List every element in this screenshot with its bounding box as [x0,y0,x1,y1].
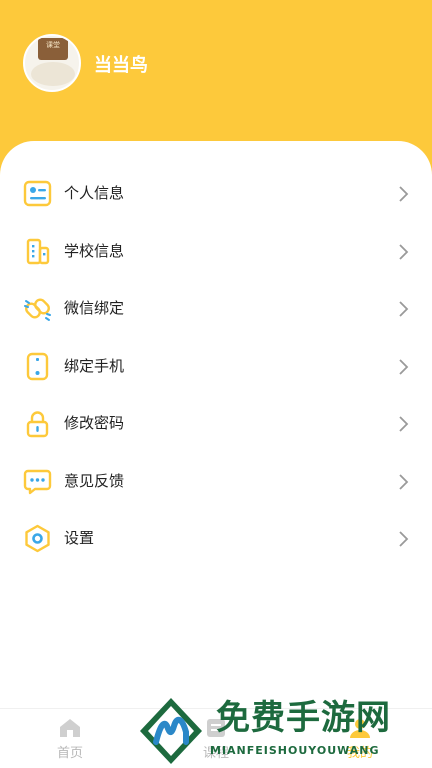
chevron-right-icon [399,243,409,260]
watermark: 免费手游网 MIANFEISHOUYOUWANG [136,694,432,768]
menu-item-change-password[interactable]: 修改密码 [0,395,432,453]
tab-label: 首页 [56,746,83,761]
menu-item-feedback[interactable]: 意见反馈 [0,453,432,511]
chat-bubble-icon [23,469,52,494]
settings-hexagon-icon [25,524,50,553]
chevron-right-icon [399,416,409,432]
avatar[interactable]: 课堂 [23,34,81,92]
avatar-box-text: 课堂 [46,41,60,49]
menu-item-school-info[interactable]: 学校信息 [0,223,432,281]
username[interactable]: 当当鸟 [94,54,148,78]
chevron-right-icon [399,186,409,202]
menu-item-label: 设置 [64,529,95,547]
menu-item-label: 修改密码 [64,414,125,432]
chevron-right-icon [399,531,409,547]
menu-item-label: 微信绑定 [64,299,125,317]
watermark-logo-icon [140,698,202,764]
menu-item-label: 学校信息 [64,241,125,260]
chevron-right-icon [399,473,409,490]
menu-item-bind-phone[interactable]: 绑定手机 [0,338,432,396]
menu-item-settings[interactable]: 设置 [0,510,432,568]
menu-item-label: 绑定手机 [64,356,125,375]
avatar-box-icon: 课堂 [38,38,68,60]
watermark-title: 免费手游网 [216,698,391,738]
home-icon [60,719,80,737]
watermark-subtitle: MIANFEISHOUYOUWANG [210,744,380,757]
chevron-right-icon [399,301,409,317]
id-card-icon [23,180,52,207]
tab-home[interactable]: 首页 [16,709,124,768]
link-icon [24,298,51,321]
lock-icon [26,411,49,438]
menu-item-label: 个人信息 [64,184,125,202]
menu-item-wechat-binding[interactable]: 微信绑定 [0,280,432,338]
phone-icon [26,352,49,380]
avatar-shadow [31,62,75,86]
menu-item-personal-info[interactable]: 个人信息 [0,165,432,223]
building-icon [26,238,50,264]
settings-menu: 个人信息 学校信息 微信绑定 绑定手机 修改密码 意见反馈 设置 [0,165,432,568]
chevron-right-icon [399,358,409,375]
menu-item-label: 意见反馈 [64,471,125,490]
